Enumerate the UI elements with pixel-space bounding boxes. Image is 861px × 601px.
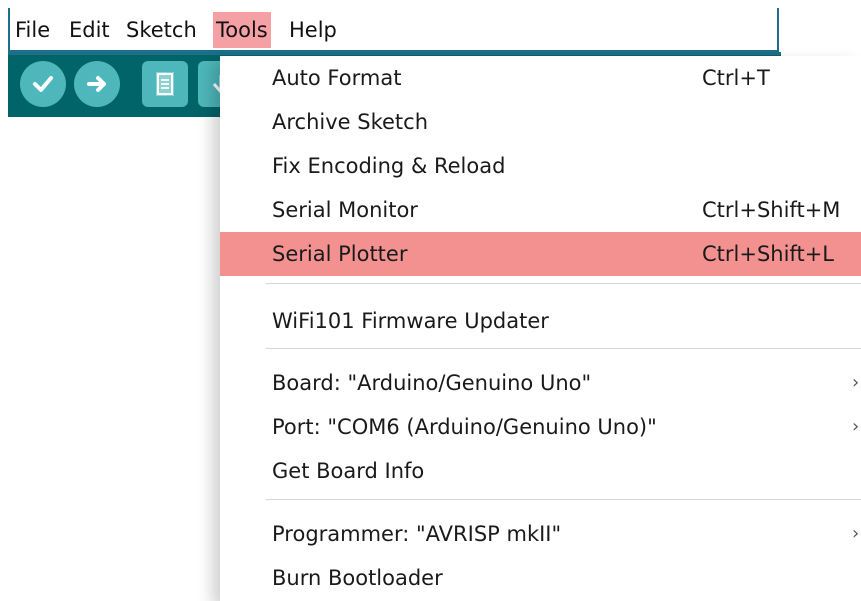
menu-item-label: Port: "COM6 (Arduino/Genuino Uno)": [272, 415, 657, 439]
menu-item-label: Programmer: "AVRISP mkII": [272, 522, 562, 546]
menu-item-shortcut: Ctrl+Shift+L: [702, 242, 834, 266]
menu-item-shortcut: Ctrl+Shift+M: [702, 198, 841, 222]
menu-item-label: Archive Sketch: [272, 110, 429, 134]
menu-item-label: WiFi101 Firmware Updater: [272, 309, 549, 333]
menu-item-label: Serial Monitor: [272, 198, 418, 222]
submenu-arrow-icon: ›: [852, 523, 860, 544]
menu-item-burn-bootloader[interactable]: Burn Bootloader: [220, 556, 861, 600]
menu-item-serial-plotter[interactable]: Serial Plotter Ctrl+Shift+L: [220, 232, 861, 276]
menu-help[interactable]: Help: [286, 12, 340, 48]
menu-item-label: Fix Encoding & Reload: [272, 154, 506, 178]
verify-button[interactable]: [20, 61, 66, 107]
upload-button[interactable]: [74, 61, 120, 107]
menu-item-fix-encoding[interactable]: Fix Encoding & Reload: [220, 144, 861, 188]
menu-item-serial-monitor[interactable]: Serial Monitor Ctrl+Shift+M: [220, 188, 861, 232]
menu-item-port[interactable]: Port: "COM6 (Arduino/Genuino Uno)" ›: [220, 405, 861, 449]
menu-tools[interactable]: Tools: [213, 12, 271, 48]
menu-item-shortcut: Ctrl+T: [702, 66, 770, 90]
menu-item-label: Board: "Arduino/Genuino Uno": [272, 371, 592, 395]
new-button[interactable]: [142, 61, 188, 107]
menu-sketch[interactable]: Sketch: [123, 12, 200, 48]
menu-edit[interactable]: Edit: [66, 12, 113, 48]
menu-item-board[interactable]: Board: "Arduino/Genuino Uno" ›: [220, 361, 861, 405]
menu-bar: File Edit Sketch Tools Help: [8, 8, 779, 52]
menu-item-label: Get Board Info: [272, 459, 425, 483]
menu-item-programmer[interactable]: Programmer: "AVRISP mkII" ›: [220, 512, 861, 556]
menu-item-auto-format[interactable]: Auto Format Ctrl+T: [220, 56, 861, 100]
menu-item-label: Serial Plotter: [272, 242, 408, 266]
tools-dropdown-menu: Auto Format Ctrl+T Archive Sketch Fix En…: [220, 56, 861, 601]
menu-separator: [266, 499, 861, 500]
new-file-icon: [156, 72, 174, 96]
menu-separator: [266, 283, 861, 284]
upload-arrow-icon: [87, 76, 106, 92]
submenu-arrow-icon: ›: [852, 372, 860, 393]
menu-item-label: Burn Bootloader: [272, 566, 443, 590]
menu-separator: [266, 348, 861, 349]
menu-item-get-board-info[interactable]: Get Board Info: [220, 449, 861, 493]
verify-check-icon: [33, 76, 53, 92]
submenu-arrow-icon: ›: [852, 416, 860, 437]
menu-item-label: Auto Format: [272, 66, 402, 90]
menu-item-archive-sketch[interactable]: Archive Sketch: [220, 100, 861, 144]
menu-file[interactable]: File: [12, 12, 53, 48]
menu-item-wifi101-updater[interactable]: WiFi101 Firmware Updater: [220, 299, 861, 343]
